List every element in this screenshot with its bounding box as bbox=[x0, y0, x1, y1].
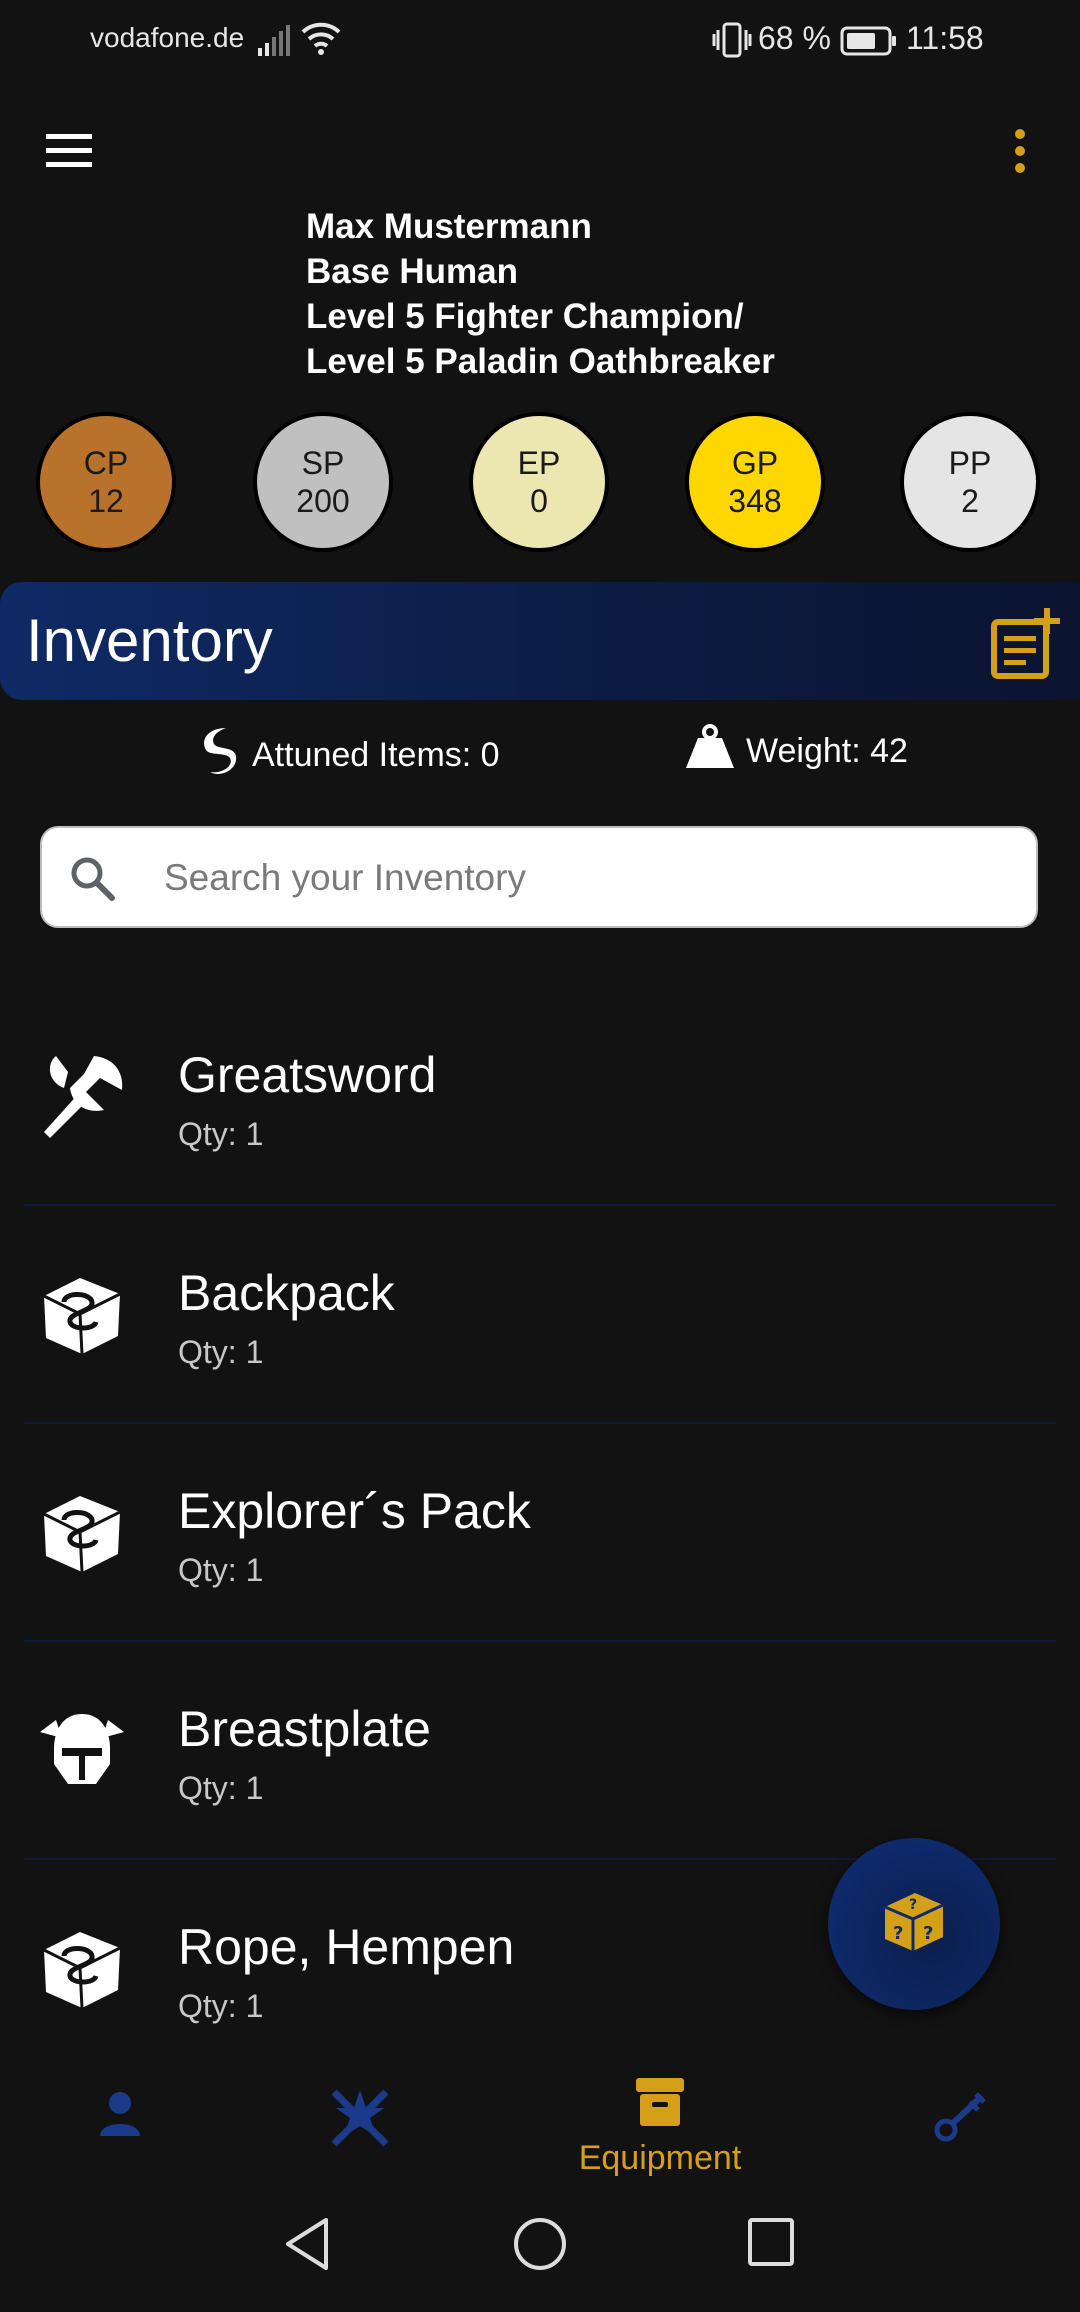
nav-equipment[interactable]: Equipment bbox=[560, 2060, 760, 2180]
back-icon[interactable] bbox=[282, 2216, 332, 2277]
coin-gp[interactable]: GP 348 bbox=[685, 412, 825, 552]
coin-value: 2 bbox=[961, 483, 979, 519]
item-qty: Qty: 1 bbox=[178, 1552, 264, 1588]
coin-value: 200 bbox=[296, 483, 350, 519]
archive-box-icon bbox=[634, 2076, 686, 2133]
bottom-navigation: Equipment bbox=[0, 2060, 1080, 2180]
coin-ep[interactable]: EP 0 bbox=[469, 412, 609, 552]
nav-character[interactable] bbox=[80, 2060, 160, 2180]
item-qty: Qty: 1 bbox=[178, 1988, 264, 2024]
coin-pp[interactable]: PP 2 bbox=[900, 412, 1040, 552]
coin-value: 348 bbox=[728, 483, 782, 519]
item-name: Rope, Hempen bbox=[178, 1919, 515, 1975]
character-class-line-1: Level 5 Fighter Champion/ bbox=[306, 297, 744, 336]
random-item-button[interactable]: ? ? ? bbox=[828, 1838, 1000, 2010]
home-icon[interactable] bbox=[512, 2216, 568, 2277]
menu-icon[interactable] bbox=[40, 126, 100, 176]
coin-label: SP bbox=[301, 445, 345, 481]
battery-icon bbox=[840, 26, 898, 61]
list-item-explorers-pack[interactable]: Explorer´s Pack Qty: 1 bbox=[24, 1424, 1056, 1642]
item-name: Explorer´s Pack bbox=[178, 1483, 531, 1539]
status-bar: vodafone.de 68 % 11:58 bbox=[0, 0, 1080, 80]
weight-label: Weight: 42 bbox=[746, 732, 908, 770]
list-item-backpack[interactable]: Backpack Qty: 1 bbox=[24, 1206, 1056, 1424]
coin-label: EP bbox=[517, 445, 561, 481]
inventory-title: Inventory bbox=[26, 607, 273, 674]
search-icon bbox=[68, 854, 116, 907]
app-screen: vodafone.de 68 % 11:58 Max Mustermann Ba… bbox=[0, 0, 1080, 2312]
wand-icon bbox=[930, 2088, 990, 2151]
coin-sp[interactable]: SP 200 bbox=[253, 412, 393, 552]
vibrate-icon bbox=[712, 22, 752, 63]
inventory-stats: Attuned Items: 0 Weight: 42 bbox=[0, 724, 1080, 784]
coin-label: GP bbox=[731, 445, 779, 481]
coin-value: 12 bbox=[88, 483, 124, 519]
coin-cp[interactable]: CP 12 bbox=[36, 412, 176, 552]
list-item-greatsword[interactable]: Greatsword Qty: 1 bbox=[24, 988, 1056, 1206]
svg-text:?: ? bbox=[923, 1923, 933, 1944]
carrier-label: vodafone.de bbox=[90, 22, 245, 53]
axe-icon bbox=[34, 1048, 130, 1144]
wifi-icon bbox=[300, 22, 342, 61]
attunement-icon bbox=[196, 724, 242, 787]
gear-die-icon bbox=[34, 1484, 130, 1580]
list-item-breastplate[interactable]: Breastplate Qty: 1 bbox=[24, 1642, 1056, 1860]
coin-label: PP bbox=[948, 445, 992, 481]
crossed-swords-icon bbox=[328, 2086, 392, 2153]
search-input[interactable] bbox=[162, 828, 1006, 928]
item-name: Backpack bbox=[178, 1265, 395, 1321]
item-qty: Qty: 1 bbox=[178, 1116, 264, 1152]
nav-combat[interactable] bbox=[320, 2060, 400, 2180]
svg-text:?: ? bbox=[909, 1897, 917, 1913]
weight-icon bbox=[684, 724, 736, 779]
weight-stat: Weight: 42 bbox=[684, 724, 908, 779]
add-item-icon[interactable] bbox=[988, 606, 1064, 682]
character-info: Max Mustermann Base Human Level 5 Fighte… bbox=[306, 204, 775, 384]
nav-spells[interactable] bbox=[920, 2060, 1000, 2180]
gear-die-icon bbox=[34, 1266, 130, 1362]
inventory-header: Inventory bbox=[0, 582, 1080, 700]
character-class-line-2: Level 5 Paladin Oathbreaker bbox=[306, 342, 775, 381]
gear-die-icon bbox=[34, 1920, 130, 2016]
character-race: Base Human bbox=[306, 252, 519, 291]
item-name: Breastplate bbox=[178, 1701, 431, 1757]
nav-equipment-label: Equipment bbox=[578, 2139, 742, 2177]
character-name: Max Mustermann bbox=[306, 207, 592, 246]
more-options-icon[interactable] bbox=[1000, 124, 1040, 180]
item-qty: Qty: 1 bbox=[178, 1334, 264, 1370]
recents-icon[interactable] bbox=[746, 2216, 796, 2273]
battery-percent: 68 % bbox=[758, 20, 831, 56]
signal-icon bbox=[258, 24, 294, 61]
search-bar[interactable] bbox=[40, 826, 1038, 928]
attuned-items-label: Attuned Items: 0 bbox=[252, 736, 500, 774]
mystery-box-icon: ? ? ? bbox=[879, 1887, 949, 1962]
item-name: Greatsword bbox=[178, 1047, 437, 1103]
helmet-icon bbox=[34, 1702, 130, 1798]
coin-value: 0 bbox=[530, 483, 548, 519]
svg-text:?: ? bbox=[893, 1923, 903, 1944]
system-navigation bbox=[0, 2180, 1080, 2312]
clock: 11:58 bbox=[906, 20, 984, 56]
person-icon bbox=[98, 2090, 142, 2143]
item-qty: Qty: 1 bbox=[178, 1770, 264, 1806]
attuned-stat: Attuned Items: 0 bbox=[196, 724, 500, 787]
coin-label: CP bbox=[83, 445, 129, 481]
